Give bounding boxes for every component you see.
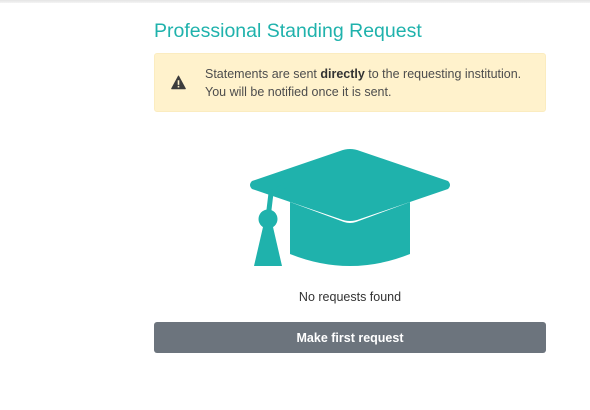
notice-text: Statements are sent directly to the requ… [205, 65, 537, 101]
notice-emphasis: directly [320, 67, 365, 81]
empty-state-message: No requests found [298, 290, 402, 304]
page-title: Professional Standing Request [154, 20, 422, 42]
top-border [0, 0, 590, 3]
page: Professional Standing Request Statements… [0, 0, 590, 410]
warning-icon [171, 75, 186, 90]
make-first-request-button[interactable]: Make first request [154, 322, 546, 353]
warning-notice: Statements are sent directly to the requ… [154, 53, 546, 112]
graduation-cap-icon [250, 149, 450, 266]
notice-text-start: Statements are sent [205, 67, 321, 81]
